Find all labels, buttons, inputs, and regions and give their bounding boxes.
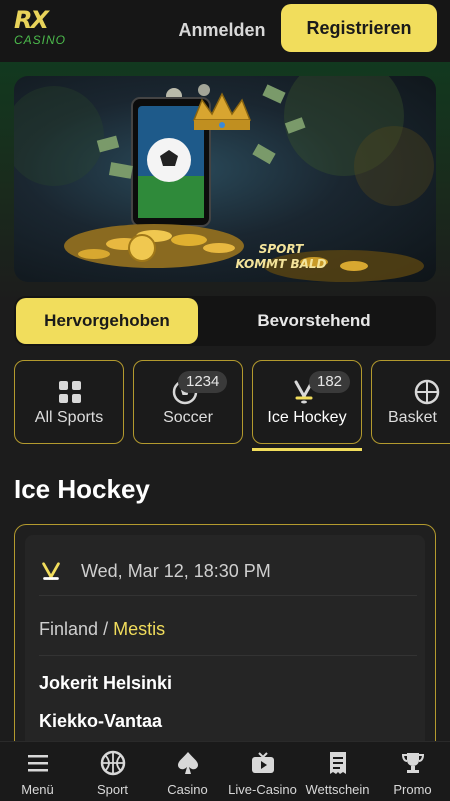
match-datetime: Wed, Mar 12, 18:30 PM [81,561,271,581]
nav-item-promo[interactable]: Promo [375,742,450,801]
nav-item-casino[interactable]: Casino [150,742,225,801]
tab-upcoming[interactable]: Bevorstehend [226,298,402,344]
logo-mark: RX [14,6,49,34]
nav-label: Casino [167,782,208,797]
nav-label: Live-Casino [228,782,297,797]
sport-count-badge: 182 [309,371,351,393]
receipt-icon [330,752,346,774]
league-separator: / [103,619,109,639]
divider [39,595,417,596]
sport-card-basketball[interactable]: Basket [371,360,450,444]
nav-label: Menü [21,782,54,797]
nav-item-menu[interactable]: Menü [0,742,75,801]
nav-item-betslip[interactable]: Wettschein [300,742,375,801]
sport-card-label: Basket [388,409,437,426]
logo-word: CASINO [14,33,67,47]
banner-line-2: KOMMT BALD [235,257,327,271]
grid-icon [59,381,81,403]
sport-card-all-sports[interactable]: All Sports [14,360,124,444]
login-button[interactable]: Anmelden [176,12,268,48]
bottom-navigation: Menü Sport Casino Live-Casino Wettschein [0,741,450,801]
team-home: Jokerit Helsinki [39,673,173,693]
team-away: Kiekko-Vantaa [39,711,163,731]
match-card[interactable]: Wed, Mar 12, 18:30 PM Finland / Mestis J… [14,524,436,775]
sport-card-label: All Sports [34,409,104,426]
trophy-icon [401,753,425,773]
menu-icon [28,755,48,772]
top-header: RX CASINO Anmelden Registrieren [0,0,450,62]
sport-card-label: Soccer [163,409,213,426]
nav-label: Wettschein [305,782,370,797]
divider [39,655,417,656]
active-sport-indicator [252,448,362,451]
sport-card-label: Ice Hockey [267,409,347,426]
ice-hockey-icon [42,562,60,580]
spade-icon [178,752,198,774]
nav-label: Sport [96,782,129,797]
nav-item-live-casino[interactable]: Live-Casino [225,742,300,801]
basketball-icon [100,750,126,776]
tab-featured[interactable]: Hervorgehoben [16,298,198,344]
sport-coming-soon-banner[interactable]: SPORT KOMMT BALD [14,76,436,282]
banner-artwork [14,76,434,282]
rx-casino-logo[interactable]: RX CASINO [14,8,70,52]
nav-item-sport[interactable]: Sport [75,742,150,801]
event-tabs: Hervorgehoben Bevorstehend [14,296,436,346]
banner-line-1: SPORT [258,242,304,256]
match-country: Finland [39,619,99,639]
nav-label: Promo [393,782,432,797]
match-league[interactable]: Finland / Mestis [39,619,165,640]
register-button[interactable]: Registrieren [281,4,437,52]
tv-icon [252,752,274,773]
banner-caption: SPORT KOMMT BALD [226,242,336,272]
sport-count-badge: 1234 [178,371,228,393]
match-league-name: Mestis [113,619,166,639]
sport-card-ice-hockey[interactable]: 182 Ice Hockey [252,360,362,444]
basketball-icon [414,379,440,405]
match-card-body: Wed, Mar 12, 18:30 PM Finland / Mestis J… [25,535,425,775]
sport-card-soccer[interactable]: 1234 Soccer [133,360,243,444]
section-title: Ice Hockey [14,474,150,504]
